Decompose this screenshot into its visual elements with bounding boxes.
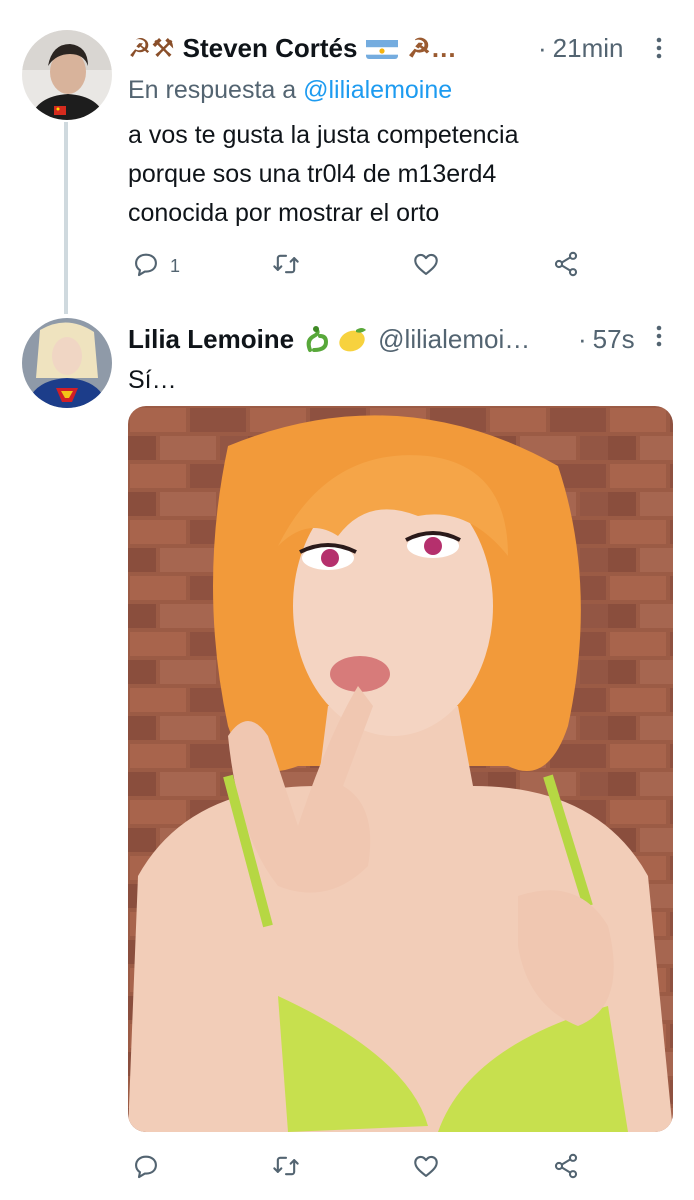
reply-mention-link[interactable]: @lilialemoine [303, 76, 452, 104]
tweet1-text: a vos te gusta la justa competencia porq… [128, 116, 668, 233]
reply-button[interactable]: 1 [132, 250, 180, 283]
tweet2-text: Sí… [128, 366, 177, 394]
like-button[interactable] [412, 250, 440, 283]
handle-lilia[interactable]: @lilialemoi… [378, 323, 530, 355]
share-icon [552, 1152, 580, 1185]
heart-icon [412, 250, 440, 283]
reply-icon [132, 1152, 160, 1185]
lemon-emoji-icon [336, 324, 368, 354]
reply-context: En respuesta a @lilialemoine [128, 76, 452, 105]
tweet2-header: Lilia Lemoine @lilialemoi… [128, 323, 530, 355]
retweet-icon [272, 250, 300, 283]
avatar-lilia[interactable] [22, 318, 112, 408]
retweet-button[interactable] [272, 1152, 300, 1185]
display-name-steven[interactable]: Steven Cortés [183, 32, 358, 64]
reply-icon [132, 250, 160, 283]
tweet2-time-group: · 57s [578, 323, 635, 355]
more-options-icon[interactable] [654, 324, 664, 350]
reply-count: 1 [170, 256, 181, 276]
retweet-button[interactable] [272, 250, 300, 283]
separator-dot: · [538, 33, 547, 63]
display-name-lilia[interactable]: Lilia Lemoine [128, 323, 294, 355]
share-icon [552, 250, 580, 283]
tweet1-time-group: · 21min [538, 32, 624, 64]
tweet2-time[interactable]: 57s [593, 323, 635, 355]
reply-button[interactable] [132, 1152, 160, 1185]
tweet1-text-line: a vos te gusta la justa competencia [128, 121, 519, 149]
like-button[interactable] [412, 1152, 440, 1185]
thread-connector-line [64, 122, 68, 314]
reply-prefix: En respuesta a [128, 76, 297, 104]
separator-dot: · [578, 324, 587, 354]
tweet1-time[interactable]: 21min [553, 32, 624, 64]
retweet-icon [272, 1152, 300, 1185]
snake-emoji-icon [304, 324, 334, 354]
avatar-steven[interactable] [22, 30, 112, 120]
tweet1-header: ☭⚒ Steven Cortés ☭… [128, 32, 457, 64]
share-button[interactable] [552, 1152, 580, 1185]
share-button[interactable] [552, 250, 580, 283]
heart-icon [412, 1152, 440, 1185]
argentina-flag-icon [366, 37, 399, 59]
tweet1-text-line: porque sos una tr0l4 de m13erd4 [128, 160, 497, 188]
name-emoji-suffix: ☭… [407, 33, 457, 63]
tweet1-text-line: conocida por mostrar el orto [128, 199, 440, 227]
tweet2-photo[interactable] [128, 406, 673, 1132]
name-emoji-prefix: ☭⚒ [128, 33, 175, 63]
more-options-icon[interactable] [654, 36, 664, 62]
